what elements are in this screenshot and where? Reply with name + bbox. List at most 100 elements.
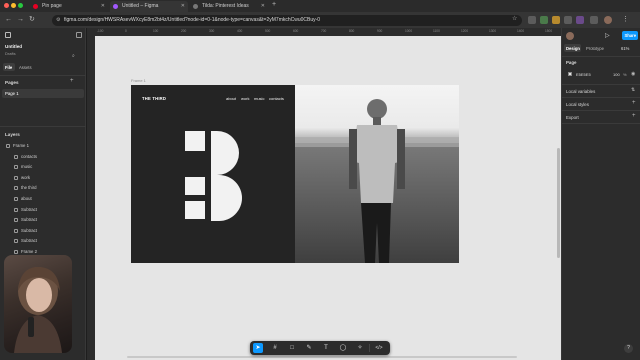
layer-item[interactable]: contacts — [0, 152, 86, 163]
frame-tool-icon[interactable]: # — [270, 343, 280, 353]
layer-item[interactable]: Subtract — [0, 215, 86, 226]
minimize-window-icon[interactable] — [11, 3, 16, 8]
new-tab-button[interactable]: + — [272, 1, 276, 8]
layer-label: contacts — [21, 153, 38, 159]
page-section-heading: Page — [566, 60, 577, 65]
layer-item[interactable]: Frame 1 — [0, 141, 86, 152]
extension-icon[interactable] — [564, 16, 572, 24]
layer-item[interactable]: music — [0, 162, 86, 173]
share-button[interactable]: Share — [622, 31, 638, 40]
frame-1[interactable]: THE THIRD about work music contacts — [131, 85, 459, 263]
tab-pin-page[interactable]: Pin page ✕ — [30, 1, 108, 12]
sidebar-toggle-icon[interactable] — [76, 32, 82, 38]
extension-icon[interactable] — [552, 16, 560, 24]
tab-tilda[interactable]: Tilda: Pinterest Ideas ✕ — [190, 1, 268, 12]
dev-mode-icon[interactable]: </> — [374, 343, 384, 353]
pinterest-icon — [33, 4, 38, 9]
visibility-eye-icon[interactable]: ◉ — [631, 71, 635, 77]
move-tool-icon[interactable]: ➤ — [253, 343, 263, 353]
rectangle-tool-icon[interactable]: □ — [287, 343, 297, 353]
reload-icon[interactable]: ↻ — [29, 16, 35, 24]
local-styles-heading[interactable]: Local styles — [566, 102, 589, 107]
layer-item[interactable]: the third — [0, 183, 86, 194]
close-window-icon[interactable] — [4, 3, 9, 8]
file-name[interactable]: Untitled — [5, 44, 22, 49]
add-export-icon[interactable]: + — [632, 113, 636, 119]
close-tab-icon[interactable]: ✕ — [261, 1, 265, 12]
big-numeral-3 — [181, 131, 242, 221]
add-style-icon[interactable]: + — [632, 100, 636, 106]
layer-item[interactable]: about — [0, 194, 86, 205]
extension-icon[interactable] — [528, 16, 536, 24]
comment-tool-icon[interactable]: ◯ — [338, 343, 348, 353]
tab-figma[interactable]: Untitled – Figma ✕ — [110, 1, 188, 12]
page-fill-row[interactable]: E5E5E5 100 % ◉ — [566, 70, 637, 78]
browser-menu-icon[interactable]: ⋮ — [622, 15, 629, 23]
bookmark-star-icon[interactable]: ☆ — [512, 15, 517, 22]
page-item-page-1[interactable]: Page 1 — [2, 89, 84, 98]
forward-icon[interactable]: → — [17, 16, 24, 24]
ruler-tick-label: 100 — [153, 29, 159, 33]
main-menu-icon[interactable] — [5, 32, 11, 38]
pen-tool-icon[interactable]: ✎ — [304, 343, 314, 353]
browser-tab-bar: Pin page ✕ Untitled – Figma ✕ Tilda: Pin… — [0, 0, 640, 12]
frame-left-half: THE THIRD about work music contacts — [131, 85, 295, 263]
layer-item[interactable]: Subtract — [0, 226, 86, 237]
close-tab-icon[interactable]: ✕ — [181, 1, 185, 12]
site-info-icon[interactable]: ⚙ — [56, 15, 60, 26]
tab-file[interactable]: File — [3, 63, 15, 71]
tilda-icon — [193, 4, 198, 9]
user-avatar[interactable] — [566, 32, 574, 40]
opacity-unit: % — [623, 71, 627, 77]
search-icon[interactable]: ⌕ — [72, 53, 75, 59]
toolbar-divider — [369, 344, 370, 352]
page-label: Page 1 — [5, 91, 19, 96]
url-field[interactable]: ⚙ figma.com/design/HWSRAsevWXcyE8m2bt4z/… — [52, 15, 522, 26]
layer-label: Subtract — [21, 206, 38, 212]
layer-item[interactable]: Subtract — [0, 205, 86, 216]
color-swatch[interactable] — [568, 72, 572, 76]
layer-item[interactable]: work — [0, 173, 86, 184]
maximize-window-icon[interactable] — [18, 3, 23, 8]
extensions-puzzle-icon[interactable] — [590, 16, 598, 24]
variables-settings-icon[interactable]: ⇅ — [631, 87, 635, 93]
tab-label: Untitled – Figma — [122, 3, 159, 9]
file-location[interactable]: Drafts — [5, 51, 16, 56]
ruler-tick-label: 0 — [125, 29, 127, 33]
frame-layer-icon — [14, 250, 18, 254]
tab-design[interactable]: Design — [564, 44, 581, 52]
layers-heading: Layers — [5, 132, 20, 137]
layer-label: Subtract — [21, 238, 38, 244]
page-color-value[interactable]: E5E5E5 — [576, 72, 591, 77]
actions-tool-icon[interactable]: ✧ — [355, 343, 365, 353]
back-icon[interactable]: ← — [5, 16, 12, 24]
nav-contacts: contacts — [269, 96, 284, 101]
page-opacity-value[interactable]: 100 — [613, 72, 620, 77]
extension-icon[interactable] — [540, 16, 548, 24]
layer-item[interactable]: Subtract — [0, 236, 86, 247]
zoom-level[interactable]: 61% — [621, 46, 629, 51]
text-tool-icon[interactable]: T — [321, 343, 331, 353]
pages-heading: Pages — [5, 80, 19, 85]
help-button[interactable]: ? — [624, 344, 633, 353]
tab-prototype[interactable]: Prototype — [586, 46, 604, 51]
add-page-icon[interactable]: + — [70, 78, 74, 84]
ruler-tick-label: 900 — [377, 29, 383, 33]
present-play-icon[interactable]: ▷ — [605, 32, 610, 39]
vertical-scrollbar[interactable] — [557, 148, 560, 258]
tab-assets[interactable]: Assets — [19, 65, 32, 70]
layer-icon — [14, 218, 18, 223]
tab-label: Tilda: Pinterest Ideas — [202, 3, 249, 9]
ruler-tick-label: 1400 — [517, 29, 525, 33]
close-tab-icon[interactable]: ✕ — [101, 1, 105, 12]
nav-work: work — [241, 96, 250, 101]
export-heading[interactable]: Export — [566, 115, 579, 120]
ruler-tick-label: 1500 — [545, 29, 553, 33]
frame-label[interactable]: Frame 1 — [131, 78, 146, 83]
horizontal-scrollbar[interactable] — [127, 356, 517, 358]
divider — [562, 84, 640, 85]
extension-icon[interactable] — [576, 16, 584, 24]
profile-avatar[interactable] — [604, 16, 612, 24]
properties-panel: ▷ Share Design Prototype 61% Page E5E5E5… — [561, 28, 640, 360]
local-variables-heading[interactable]: Local variables — [566, 89, 595, 94]
